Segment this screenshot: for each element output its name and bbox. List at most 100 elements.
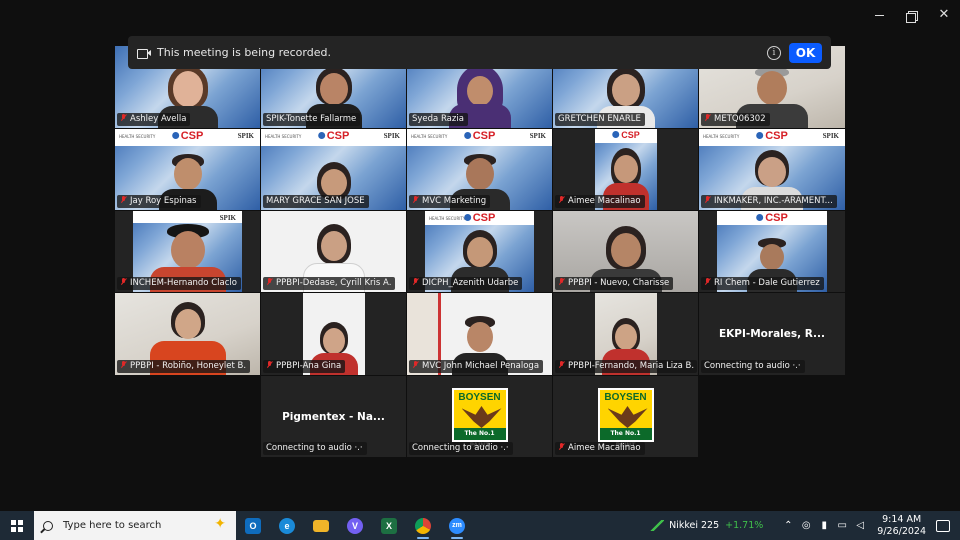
stock-chart-icon (650, 520, 665, 531)
boysen-logo: BOYSEN The No.1 PAINT (451, 388, 508, 449)
participant-name-tag: MVC Marketing (409, 195, 491, 208)
participant-name-tag: INCHEM-Hernando Claclo (117, 277, 241, 290)
participant-tile[interactable]: HEALTH SECURITY CSP SPIK Jay Roy Espinas (115, 129, 260, 210)
participant-tile[interactable]: CSP Aimee Macalinao (553, 129, 698, 210)
edge-icon: e (279, 517, 295, 534)
nikkei-widget[interactable]: Nikkei 225 +1.71% (650, 520, 763, 531)
nikkei-label: Nikkei 225 (669, 520, 720, 531)
excel-app-button[interactable]: X (372, 511, 406, 540)
notification-icon[interactable] (936, 519, 950, 532)
participant-tile[interactable]: SPIK INCHEM-Hernando Claclo (115, 211, 260, 292)
participant-name-tag: PPBPI-Fernando, Maria Liza B. (555, 360, 697, 373)
muted-mic-icon (120, 361, 127, 369)
ok-button[interactable]: OK (789, 42, 822, 63)
muted-mic-icon (120, 278, 127, 286)
participant-name-tag: INKMAKER, INC.-ARAMENT... (701, 195, 837, 208)
participant-tile[interactable]: PPBPI-Ana Gina (261, 293, 406, 375)
zoom-icon: zm (449, 517, 465, 534)
participant-name-tag: PPBPI - Nuevo, Charisse (555, 277, 674, 290)
participant-tile[interactable]: MVC John Michael Penaloga (407, 293, 552, 375)
clock-time: 9:14 AM (882, 513, 922, 525)
windows-taskbar: Type here to search ✦ O e V X zm Nikkei … (0, 511, 960, 540)
maximize-button[interactable] (902, 6, 922, 24)
viber-app-button[interactable]: V (338, 511, 372, 540)
csp-banner-strip: HEALTH SECURITY CSP SPIK (407, 129, 552, 146)
muted-mic-icon (412, 361, 419, 369)
participant-name-label: Pigmentex - Na... (282, 410, 385, 423)
participant-name-tag: SPIK-Tonette Fallarme (263, 113, 361, 126)
chrome-icon (415, 517, 431, 534)
clock-date: 9/26/2024 (877, 525, 926, 537)
chevron-up-icon[interactable]: ⌃ (781, 519, 795, 533)
participant-name-tag: Syeda Razia (409, 113, 468, 126)
file-explorer-icon (313, 519, 329, 532)
muted-mic-icon (558, 361, 565, 369)
participant-tile[interactable]: PPBPI - Robiño, Honeylet B. (115, 293, 260, 375)
participant-name-tag: MARY GRACE SAN JOSE (263, 195, 369, 208)
participant-tile[interactable]: CSP RI Chem - Dale Gutierrez (699, 211, 845, 292)
audio-status-tag: Connecting to audio ·.· (409, 442, 513, 455)
file-explorer-app-button[interactable] (304, 511, 338, 540)
search-icon (43, 520, 53, 531)
participant-tile[interactable]: PPBPI-Dedase, Cyrill Kris A. (261, 211, 406, 292)
participant-name-tag: RI Chem - Dale Gutierrez (701, 277, 824, 290)
excel-icon: X (381, 517, 397, 534)
muted-mic-icon (558, 196, 565, 204)
search-placeholder: Type here to search (63, 520, 162, 531)
outlook-icon: O (245, 517, 261, 534)
zoom-app-button[interactable]: zm (440, 511, 474, 540)
participant-name-tag: Aimee Macalinao (555, 195, 645, 208)
participant-tile[interactable]: EKPI-Morales, R... Connecting to audio ·… (699, 293, 845, 375)
participant-name-tag: MVC John Michael Penaloga (409, 360, 544, 373)
participant-name-tag: PPBPI-Ana Gina (263, 360, 346, 373)
audio-status-tag: Connecting to audio ·.· (701, 360, 805, 373)
outlook-app-button[interactable]: O (236, 511, 270, 540)
csp-banner-strip: HEALTH SECURITY CSP SPIK (115, 129, 260, 146)
csp-banner-strip: HEALTH SECURITY CSP SPIK (699, 129, 845, 146)
muted-mic-icon (266, 278, 273, 286)
muted-mic-icon (558, 278, 565, 286)
participant-name-tag: DICPH_Azenith Udarbe (409, 277, 523, 290)
battery-icon[interactable]: ▭ (835, 519, 849, 533)
participant-name-tag: Aimee Macalinao (555, 442, 645, 455)
participant-tile[interactable]: PPBPI - Nuevo, Charisse (553, 211, 698, 292)
participant-name-label: EKPI-Morales, R... (718, 328, 826, 340)
volume-icon[interactable]: ◁ (853, 519, 867, 533)
minimize-button[interactable] (870, 6, 890, 24)
recording-notice-text: This meeting is being recorded. (157, 46, 331, 59)
participant-tile[interactable]: Pigmentex - Na... Connecting to audio ·.… (261, 376, 406, 457)
participant-name-tag: METQ06302 (701, 113, 770, 126)
microphone-icon[interactable]: ▮ (817, 519, 831, 533)
muted-mic-icon (412, 278, 419, 286)
meet-now-icon[interactable]: ◎ (799, 519, 813, 533)
participant-name-tag: GRETCHEN ENARLE (555, 113, 645, 126)
participant-name-tag: PPBPI-Dedase, Cyrill Kris A. (263, 277, 396, 290)
info-icon[interactable]: i (767, 45, 781, 60)
windows-start-button[interactable] (0, 511, 34, 540)
edge-app-button[interactable]: e (270, 511, 304, 540)
close-button[interactable]: ✕ (934, 6, 954, 24)
system-tray: Nikkei 225 +1.71% ⌃ ◎ ▮ ▭ ◁ 9:14 AM 9/26… (650, 511, 960, 540)
zoom-meeting-window: ✕ This meeting is being recorded. i OK A… (0, 0, 960, 540)
participant-name-tag: Ashley Avella (117, 113, 191, 126)
muted-mic-icon (704, 114, 711, 122)
participant-tile[interactable]: HEALTH SECURITY CSP DICPH_Azenith Udarbe (407, 211, 552, 292)
participant-tile[interactable]: HEALTH SECURITY CSP SPIK MARY GRACE SAN JO… (261, 129, 406, 210)
participant-name-tag: Jay Roy Espinas (117, 195, 201, 208)
recording-banner: This meeting is being recorded. i OK (128, 36, 831, 69)
participant-tile[interactable]: BOYSEN The No.1 PAINT Connecting to audi… (407, 376, 552, 457)
audio-status-tag: Connecting to audio ·.· (263, 442, 367, 455)
muted-mic-icon (120, 114, 127, 122)
participant-tile[interactable]: PPBPI-Fernando, Maria Liza B. (553, 293, 698, 375)
participant-tile[interactable]: HEALTH SECURITY CSP SPIK MVC Marketing (407, 129, 552, 210)
taskbar-clock[interactable]: 9:14 AM 9/26/2024 (877, 514, 926, 538)
chrome-app-button[interactable] (406, 511, 440, 540)
boysen-logo: BOYSEN The No.1 PAINT (597, 388, 654, 449)
participant-tile[interactable]: BOYSEN The No.1 PAINT Aimee Macalinao (553, 376, 698, 457)
taskbar-search-box[interactable]: Type here to search ✦ (34, 511, 236, 540)
muted-mic-icon (412, 196, 419, 204)
participant-tile[interactable]: HEALTH SECURITY CSP SPIK INKMAKER, INC.-AR… (699, 129, 845, 210)
recording-camera-icon (137, 48, 151, 59)
search-highlight-icon: ✦ (214, 516, 226, 532)
nikkei-change: +1.71% (725, 520, 764, 531)
